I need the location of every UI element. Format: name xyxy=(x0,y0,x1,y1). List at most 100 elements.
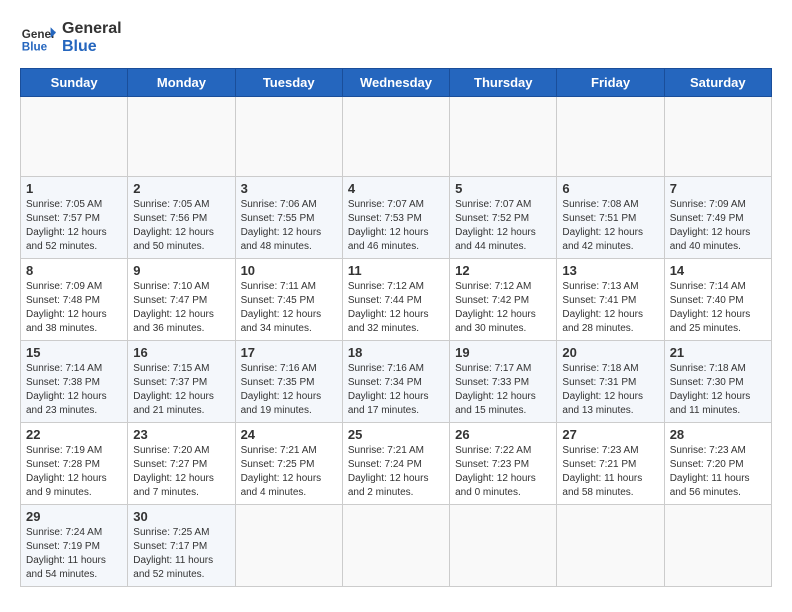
calendar-cell: 12Sunrise: 7:12 AM Sunset: 7:42 PM Dayli… xyxy=(450,259,557,341)
day-number: 10 xyxy=(241,263,337,278)
calendar-cell: 10 Sunrise: 7:11 AM Sunset: 7:45 PM Dayli… xyxy=(235,259,342,341)
calendar-cell: 5 Sunrise: 7:07 AM Sunset: 7:52 PM Daylig… xyxy=(450,177,557,259)
calendar-cell: 18 Sunrise: 7:16 AM Sunset: 7:34 PM Dayli… xyxy=(342,341,449,423)
calendar-cell: 29 Sunrise: 7:24 AM Sunset: 7:19 PM Dayli… xyxy=(21,505,128,587)
logo-blue: Blue xyxy=(62,38,122,56)
day-info: Sunrise: 7:12 AM Sunset: 7:44 PM Dayligh… xyxy=(348,280,444,336)
day-info: Sunrise: 7:16 AM Sunset: 7:35 PM Dayligh… xyxy=(241,362,337,418)
calendar-cell: 15 Sunrise: 7:14 AM Sunset: 7:38 PM Dayli… xyxy=(21,341,128,423)
calendar-cell: 19 Sunrise: 7:17 AM Sunset: 7:33 PM Dayli… xyxy=(450,341,557,423)
day-number: 22 xyxy=(26,427,122,442)
calendar-cell: 6 Sunrise: 7:08 AM Sunset: 7:51 PM Daylig… xyxy=(557,177,664,259)
svg-text:Blue: Blue xyxy=(22,41,48,54)
day-number: 19 xyxy=(455,345,551,360)
day-info: Sunrise: 7:20 AM Sunset: 7:27 PM Dayligh… xyxy=(133,444,229,500)
day-number: 26 xyxy=(455,427,551,442)
day-number: 15 xyxy=(26,345,122,360)
calendar-cell xyxy=(128,97,235,177)
day-number: 21 xyxy=(670,345,766,360)
calendar-cell: 23Sunrise: 7:20 AM Sunset: 7:27 PM Dayli… xyxy=(128,423,235,505)
calendar-cell xyxy=(21,97,128,177)
day-info: Sunrise: 7:17 AM Sunset: 7:33 PM Dayligh… xyxy=(455,362,551,418)
calendar-week-4: 15 Sunrise: 7:14 AM Sunset: 7:38 PM Dayli… xyxy=(21,341,772,423)
day-info: Sunrise: 7:08 AM Sunset: 7:51 PM Dayligh… xyxy=(562,198,658,254)
header-row: SundayMondayTuesdayWednesdayThursdayFrid… xyxy=(21,69,772,97)
calendar-cell: 3Sunrise: 7:06 AM Sunset: 7:55 PM Daylig… xyxy=(235,177,342,259)
day-info: Sunrise: 7:25 AM Sunset: 7:17 PM Dayligh… xyxy=(133,526,229,582)
calendar-cell: 1 Sunrise: 7:05 AM Sunset: 7:57 PM Daylig… xyxy=(21,177,128,259)
logo-icon: General Blue xyxy=(20,20,56,56)
day-info: Sunrise: 7:23 AM Sunset: 7:21 PM Dayligh… xyxy=(562,444,658,500)
calendar-cell xyxy=(235,97,342,177)
calendar-cell: 7Sunrise: 7:09 AM Sunset: 7:49 PM Daylig… xyxy=(664,177,771,259)
day-info: Sunrise: 7:14 AM Sunset: 7:38 PM Dayligh… xyxy=(26,362,122,418)
weekday-header-thursday: Thursday xyxy=(450,69,557,97)
weekday-header-sunday: Sunday xyxy=(21,69,128,97)
calendar-cell: 16Sunrise: 7:15 AM Sunset: 7:37 PM Dayli… xyxy=(128,341,235,423)
calendar-cell: 22 Sunrise: 7:19 AM Sunset: 7:28 PM Dayli… xyxy=(21,423,128,505)
weekday-header-friday: Friday xyxy=(557,69,664,97)
day-number: 11 xyxy=(348,263,444,278)
calendar-week-1 xyxy=(21,97,772,177)
day-info: Sunrise: 7:22 AM Sunset: 7:23 PM Dayligh… xyxy=(455,444,551,500)
calendar-cell: 2 Sunrise: 7:05 AM Sunset: 7:56 PM Daylig… xyxy=(128,177,235,259)
day-number: 12 xyxy=(455,263,551,278)
calendar-cell: 26 Sunrise: 7:22 AM Sunset: 7:23 PM Dayli… xyxy=(450,423,557,505)
calendar-cell xyxy=(664,97,771,177)
day-info: Sunrise: 7:11 AM Sunset: 7:45 PM Dayligh… xyxy=(241,280,337,336)
calendar-week-6: 29 Sunrise: 7:24 AM Sunset: 7:19 PM Dayli… xyxy=(21,505,772,587)
day-info: Sunrise: 7:18 AM Sunset: 7:30 PM Dayligh… xyxy=(670,362,766,418)
day-number: 30 xyxy=(133,509,229,524)
day-number: 25 xyxy=(348,427,444,442)
calendar-cell: 21 Sunrise: 7:18 AM Sunset: 7:30 PM Dayli… xyxy=(664,341,771,423)
calendar-cell: 25 Sunrise: 7:21 AM Sunset: 7:24 PM Dayli… xyxy=(342,423,449,505)
day-number: 6 xyxy=(562,181,658,196)
day-number: 20 xyxy=(562,345,658,360)
day-number: 4 xyxy=(348,181,444,196)
day-number: 14 xyxy=(670,263,766,278)
day-info: Sunrise: 7:23 AM Sunset: 7:20 PM Dayligh… xyxy=(670,444,766,500)
calendar-cell: 14 Sunrise: 7:14 AM Sunset: 7:40 PM Dayli… xyxy=(664,259,771,341)
day-info: Sunrise: 7:09 AM Sunset: 7:48 PM Dayligh… xyxy=(26,280,122,336)
day-info: Sunrise: 7:19 AM Sunset: 7:28 PM Dayligh… xyxy=(26,444,122,500)
day-number: 18 xyxy=(348,345,444,360)
calendar-cell: 20Sunrise: 7:18 AM Sunset: 7:31 PM Dayli… xyxy=(557,341,664,423)
page-header: General Blue General Blue xyxy=(20,20,772,56)
day-info: Sunrise: 7:16 AM Sunset: 7:34 PM Dayligh… xyxy=(348,362,444,418)
day-info: Sunrise: 7:21 AM Sunset: 7:25 PM Dayligh… xyxy=(241,444,337,500)
calendar-week-2: 1 Sunrise: 7:05 AM Sunset: 7:57 PM Daylig… xyxy=(21,177,772,259)
day-number: 5 xyxy=(455,181,551,196)
calendar-cell xyxy=(450,97,557,177)
day-info: Sunrise: 7:05 AM Sunset: 7:56 PM Dayligh… xyxy=(133,198,229,254)
day-number: 2 xyxy=(133,181,229,196)
day-number: 7 xyxy=(670,181,766,196)
day-info: Sunrise: 7:06 AM Sunset: 7:55 PM Dayligh… xyxy=(241,198,337,254)
weekday-header-monday: Monday xyxy=(128,69,235,97)
day-number: 8 xyxy=(26,263,122,278)
day-info: Sunrise: 7:14 AM Sunset: 7:40 PM Dayligh… xyxy=(670,280,766,336)
weekday-header-tuesday: Tuesday xyxy=(235,69,342,97)
calendar-cell: 8 Sunrise: 7:09 AM Sunset: 7:48 PM Daylig… xyxy=(21,259,128,341)
day-number: 9 xyxy=(133,263,229,278)
calendar-cell xyxy=(557,505,664,587)
calendar-cell: 4 Sunrise: 7:07 AM Sunset: 7:53 PM Daylig… xyxy=(342,177,449,259)
day-info: Sunrise: 7:07 AM Sunset: 7:52 PM Dayligh… xyxy=(455,198,551,254)
day-number: 29 xyxy=(26,509,122,524)
day-info: Sunrise: 7:05 AM Sunset: 7:57 PM Dayligh… xyxy=(26,198,122,254)
day-number: 1 xyxy=(26,181,122,196)
day-info: Sunrise: 7:07 AM Sunset: 7:53 PM Dayligh… xyxy=(348,198,444,254)
calendar-cell xyxy=(235,505,342,587)
calendar-cell: 28 Sunrise: 7:23 AM Sunset: 7:20 PM Dayli… xyxy=(664,423,771,505)
day-info: Sunrise: 7:15 AM Sunset: 7:37 PM Dayligh… xyxy=(133,362,229,418)
calendar-cell: 30 Sunrise: 7:25 AM Sunset: 7:17 PM Dayli… xyxy=(128,505,235,587)
calendar-cell: 13Sunrise: 7:13 AM Sunset: 7:41 PM Dayli… xyxy=(557,259,664,341)
day-info: Sunrise: 7:24 AM Sunset: 7:19 PM Dayligh… xyxy=(26,526,122,582)
calendar-cell xyxy=(557,97,664,177)
weekday-header-wednesday: Wednesday xyxy=(342,69,449,97)
calendar-week-3: 8 Sunrise: 7:09 AM Sunset: 7:48 PM Daylig… xyxy=(21,259,772,341)
day-info: Sunrise: 7:21 AM Sunset: 7:24 PM Dayligh… xyxy=(348,444,444,500)
calendar-cell xyxy=(450,505,557,587)
day-number: 28 xyxy=(670,427,766,442)
day-number: 13 xyxy=(562,263,658,278)
day-number: 17 xyxy=(241,345,337,360)
